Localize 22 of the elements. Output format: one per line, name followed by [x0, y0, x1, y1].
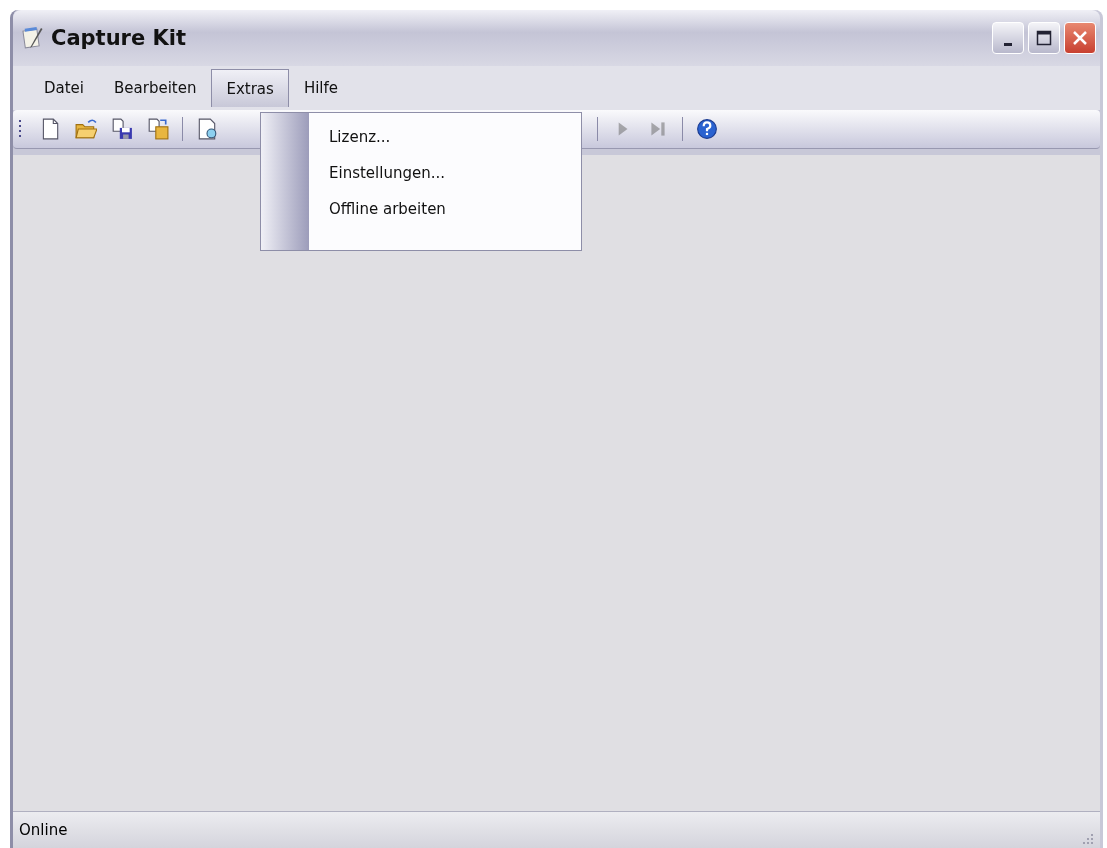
- menu-item[interactable]: Bearbeiten: [99, 69, 212, 107]
- close-button[interactable]: [1064, 22, 1096, 54]
- help-icon: [696, 118, 718, 140]
- maximize-icon: [1034, 28, 1054, 48]
- dropdown-item[interactable]: Lizenz...: [309, 119, 466, 155]
- menu-item[interactable]: Hilfe: [288, 69, 353, 107]
- document-folder-icon: [147, 118, 169, 140]
- maximize-button[interactable]: [1028, 22, 1060, 54]
- document-floppy-icon: [111, 118, 133, 140]
- window-title: Capture Kit: [51, 26, 187, 50]
- menu-item[interactable]: Datei: [29, 69, 100, 107]
- dropdown-item[interactable]: Offline arbeiten: [309, 191, 466, 227]
- dropdown-item[interactable]: Einstellungen...: [309, 155, 466, 191]
- minimize-icon: [1004, 42, 1012, 46]
- document-magnifier-icon: [196, 118, 218, 140]
- notepad-pencil-icon: [21, 26, 45, 50]
- status-text: Online: [19, 821, 68, 839]
- menu-item[interactable]: Extras: [211, 69, 289, 107]
- resize-grip-icon: [1082, 833, 1094, 845]
- minimize-button[interactable]: [992, 22, 1024, 54]
- toolbar-grip-icon[interactable]: [19, 119, 22, 139]
- open-folder-icon: [75, 118, 97, 140]
